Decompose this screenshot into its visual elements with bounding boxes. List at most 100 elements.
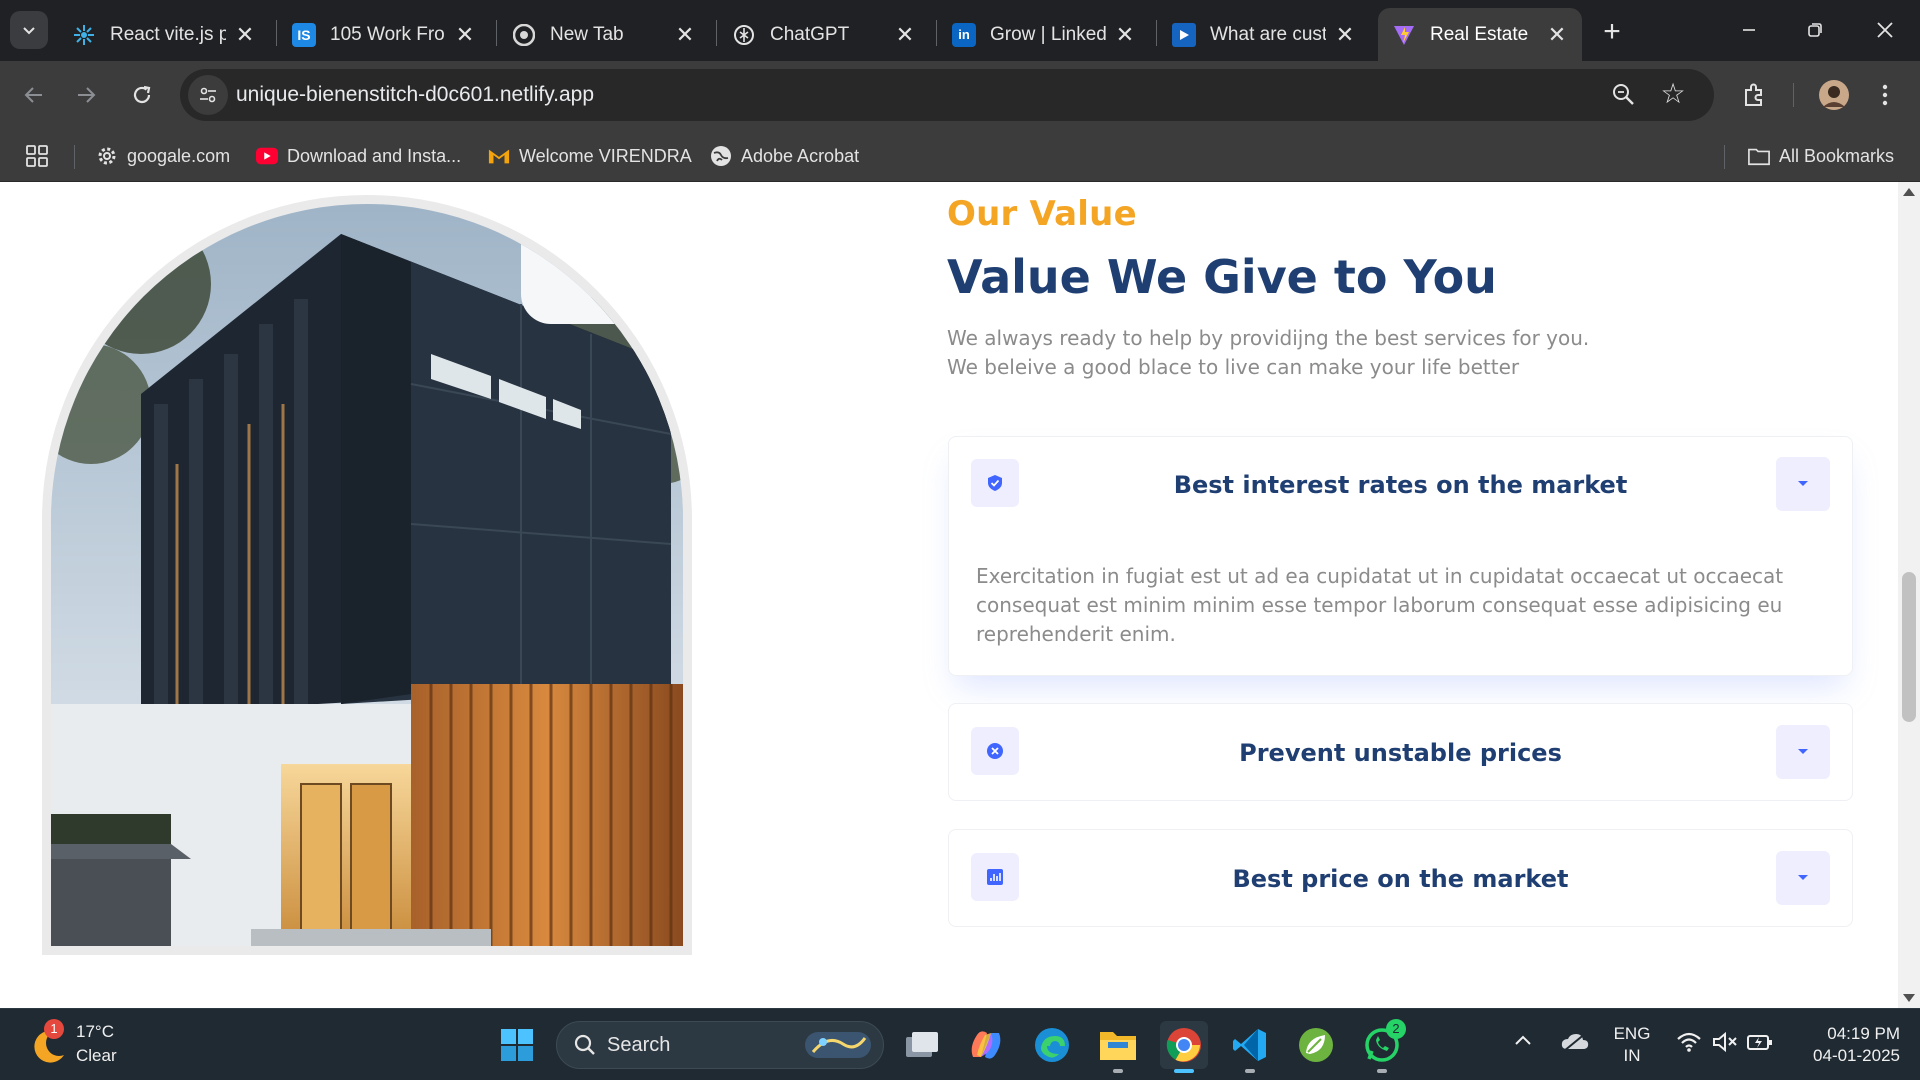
taskbar-search[interactable]: Search bbox=[556, 1021, 884, 1069]
bookmark-divider bbox=[74, 145, 75, 169]
vscode-button[interactable] bbox=[1226, 1021, 1274, 1073]
file-explorer-button[interactable] bbox=[1094, 1021, 1142, 1073]
accordion-title: Best price on the market bbox=[1232, 865, 1569, 893]
weather-condition: Clear bbox=[76, 1046, 117, 1065]
running-indicator bbox=[1174, 1069, 1194, 1073]
accordion-title: Prevent unstable prices bbox=[1239, 739, 1562, 767]
tab-real-estate[interactable]: Real Estate ✕ bbox=[1378, 8, 1582, 61]
spring-tool-button[interactable] bbox=[1292, 1021, 1340, 1069]
chrome-taskbar-button[interactable] bbox=[1160, 1021, 1208, 1073]
close-icon[interactable]: ✕ bbox=[454, 22, 476, 47]
close-icon[interactable]: ✕ bbox=[1114, 22, 1136, 47]
copilot-icon bbox=[971, 1031, 1001, 1059]
new-tab-button[interactable]: + bbox=[1594, 14, 1630, 50]
bookmark-googale[interactable]: googale.com bbox=[96, 141, 230, 171]
bar-chart-icon bbox=[971, 853, 1019, 901]
tab-new-tab[interactable]: New Tab ✕ bbox=[498, 8, 710, 61]
tab-divider bbox=[936, 20, 937, 46]
apps-button[interactable] bbox=[26, 141, 48, 171]
menu-button[interactable] bbox=[1870, 75, 1900, 115]
back-button[interactable] bbox=[14, 75, 54, 115]
youtube-icon bbox=[256, 145, 278, 167]
chrome-icon bbox=[1166, 1028, 1201, 1062]
bookmark-label: Download and Insta... bbox=[287, 145, 462, 166]
running-indicator bbox=[1113, 1069, 1123, 1073]
zoom-icon[interactable] bbox=[1610, 81, 1638, 109]
accordion-item-unstable-prices[interactable]: Prevent unstable prices bbox=[948, 703, 1853, 801]
all-bookmarks-label: All Bookmarks bbox=[1779, 145, 1895, 166]
copilot-button[interactable] bbox=[962, 1021, 1010, 1069]
close-icon[interactable]: ✕ bbox=[894, 22, 916, 47]
wifi-icon[interactable] bbox=[1676, 1031, 1702, 1058]
extensions-button[interactable] bbox=[1734, 75, 1774, 115]
language-line: IN bbox=[1623, 1046, 1641, 1065]
running-indicator bbox=[1245, 1069, 1255, 1073]
language-indicator[interactable]: ENG IN bbox=[1610, 1023, 1654, 1067]
bookmark-welcome[interactable]: Welcome VIRENDRA bbox=[488, 141, 692, 171]
vscode-icon bbox=[1233, 1029, 1266, 1061]
tab-chatgpt[interactable]: ChatGPT ✕ bbox=[718, 8, 930, 61]
close-icon[interactable]: ✕ bbox=[1334, 22, 1356, 47]
forward-button[interactable] bbox=[66, 75, 106, 115]
accordion-toggle-button[interactable] bbox=[1776, 851, 1830, 905]
close-icon[interactable]: ✕ bbox=[674, 22, 696, 47]
onedrive-icon[interactable] bbox=[1560, 1031, 1590, 1058]
task-view-icon bbox=[906, 1032, 938, 1057]
speaker-muted-icon[interactable] bbox=[1712, 1031, 1738, 1058]
linkedin-icon: in bbox=[952, 22, 976, 47]
scroll-down-icon[interactable] bbox=[1903, 994, 1915, 1002]
reload-icon bbox=[133, 85, 151, 104]
tab-customers-video[interactable]: What are cust ✕ bbox=[1158, 8, 1370, 61]
modern-house-illustration bbox=[51, 204, 683, 946]
description-line: We always ready to help by providijng th… bbox=[947, 326, 1590, 350]
restore-button[interactable] bbox=[1790, 12, 1840, 48]
task-view-button[interactable] bbox=[898, 1021, 946, 1069]
section-title: Value We Give to You bbox=[947, 250, 1497, 304]
all-bookmarks-button[interactable]: All Bookmarks bbox=[1748, 141, 1894, 171]
weather-badge: 1 bbox=[44, 1019, 64, 1039]
minimize-button[interactable] bbox=[1724, 12, 1774, 48]
weather-widget[interactable]: 1 bbox=[26, 1019, 70, 1067]
restore-icon bbox=[1808, 23, 1822, 37]
folder-icon bbox=[1100, 1032, 1136, 1060]
address-bar[interactable]: unique-bienenstitch-d0c601.netlify.app ☆ bbox=[180, 69, 1714, 121]
site-info-button[interactable] bbox=[188, 75, 228, 115]
accordion-item-best-price[interactable]: Best price on the market bbox=[948, 829, 1853, 927]
tab-work-from-home[interactable]: IS 105 Work Fror ✕ bbox=[278, 8, 490, 61]
page-scrollbar[interactable] bbox=[1898, 182, 1920, 1008]
battery-icon[interactable] bbox=[1746, 1031, 1774, 1058]
tab-search-button[interactable] bbox=[10, 11, 48, 49]
accordion-toggle-button[interactable] bbox=[1776, 457, 1830, 511]
start-button[interactable] bbox=[493, 1021, 541, 1069]
close-window-button[interactable] bbox=[1860, 12, 1910, 48]
bookmark-download[interactable]: Download and Insta... bbox=[256, 141, 461, 171]
accordion-title: Best interest rates on the market bbox=[1173, 471, 1628, 499]
globe-icon bbox=[710, 145, 732, 167]
chevron-down-icon bbox=[23, 27, 35, 35]
bookmark-star-icon[interactable]: ☆ bbox=[1658, 79, 1688, 109]
page-viewport: Our Value Value We Give to You We always… bbox=[0, 182, 1920, 1008]
close-icon[interactable]: ✕ bbox=[1546, 22, 1568, 47]
bookmark-label: googale.com bbox=[127, 145, 231, 166]
show-hidden-icons-button[interactable] bbox=[1514, 1033, 1532, 1051]
house-image bbox=[42, 195, 692, 955]
running-indicator bbox=[1377, 1069, 1387, 1073]
windows-taskbar: 1 17°C Clear Search 2 ENG IN 04:19 PM 04… bbox=[0, 1008, 1920, 1080]
tab-react-vite[interactable]: React vite.js p ✕ bbox=[58, 8, 270, 61]
reload-button[interactable] bbox=[122, 75, 162, 115]
bookmark-adobe[interactable]: Adobe Acrobat bbox=[710, 141, 859, 171]
close-icon[interactable]: ✕ bbox=[234, 22, 256, 47]
whatsapp-button[interactable]: 2 bbox=[1358, 1019, 1406, 1073]
profile-button[interactable] bbox=[1814, 75, 1854, 115]
clock[interactable]: 04:19 PM 04-01-2025 bbox=[1790, 1023, 1900, 1067]
weather-temp: 17°C bbox=[76, 1022, 114, 1041]
tab-divider bbox=[716, 20, 717, 46]
edge-button[interactable] bbox=[1028, 1021, 1076, 1069]
scrollbar-thumb[interactable] bbox=[1902, 572, 1916, 722]
section-tag: Our Value bbox=[947, 194, 1137, 234]
scroll-up-icon[interactable] bbox=[1903, 188, 1915, 196]
tab-divider bbox=[276, 20, 277, 46]
tab-linkedin[interactable]: in Grow | Linked ✕ bbox=[938, 8, 1150, 61]
accordion-toggle-button[interactable] bbox=[1776, 725, 1830, 779]
accordion-item-interest-rates[interactable]: Best interest rates on the market Exerci… bbox=[948, 436, 1853, 676]
